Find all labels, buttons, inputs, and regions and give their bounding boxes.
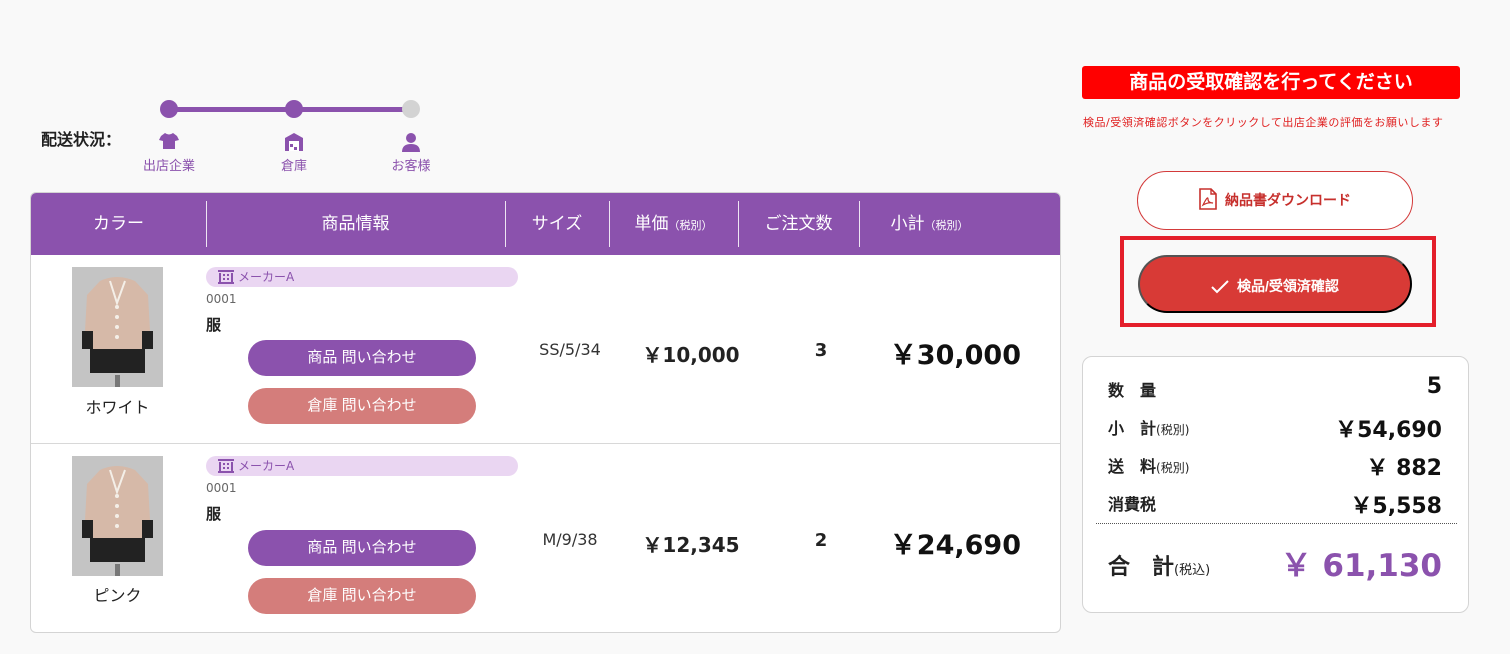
receipt-confirmation-banner: 商品の受取確認を行ってください (1082, 66, 1460, 99)
product-code: 0001 (206, 481, 237, 495)
header-size: サイズ (531, 214, 583, 234)
table-row: ピンク メーカーA 0001 服 商品 問い合わせ 倉庫 問い合わせ M/9/3… (31, 444, 1060, 632)
summary-subtotal-label: 小 計(税別) (1108, 415, 1189, 439)
step-dot-customer (402, 100, 420, 118)
header-product: 商品情報 (321, 214, 390, 234)
product-image (72, 267, 163, 387)
inspection-confirm-label: 検品/受領済確認 (1237, 278, 1339, 294)
product-inquiry-button[interactable]: 商品 問い合わせ (248, 530, 476, 566)
maker-tag: メーカーA (206, 456, 518, 476)
header-unit-price: 単価（税別） (609, 193, 738, 255)
maker-name: メーカーA (238, 270, 295, 284)
table-row: ホワイト メーカーA 0001 服 商品 問い合わせ 倉庫 問い合わせ SS/5… (31, 255, 1060, 444)
unit-price-value: ￥12,345 (642, 533, 740, 557)
step-label-warehouse: 倉庫 (280, 159, 307, 174)
summary-shipping-label-text: 送 料 (1108, 457, 1157, 476)
product-name: 服 (206, 505, 222, 523)
header-color: カラー (93, 214, 144, 234)
header-quantity: ご注文数 (764, 214, 833, 234)
summary-shipping-label: 送 料(税別) (1108, 453, 1189, 477)
summary-tax-value: ￥5,558 (1350, 494, 1442, 519)
step-customer: お客様 (366, 132, 456, 174)
invoice-download-button[interactable]: 納品書ダウンロード (1137, 171, 1413, 230)
building-icon (218, 270, 234, 284)
unit-price-value: ￥10,000 (642, 343, 740, 367)
invoice-download-label: 納品書ダウンロード (1225, 192, 1351, 208)
header-unit-price-label: 単価 (634, 214, 669, 234)
quantity-value: 2 (814, 530, 828, 551)
header-unit-price-note: （税別） (668, 219, 713, 232)
warehouse-icon (249, 132, 339, 152)
pdf-icon (1199, 188, 1217, 210)
step-seller: 出店企業 (124, 132, 214, 174)
step-label-seller: 出店企業 (142, 159, 195, 174)
warehouse-inquiry-button[interactable]: 倉庫 問い合わせ (248, 578, 476, 614)
summary-tax-label: 消費税 (1108, 495, 1157, 514)
subtotal-value: ￥24,690 (889, 530, 1021, 561)
product-image (72, 456, 163, 576)
summary-divider (1096, 523, 1457, 524)
step-label-customer: お客様 (391, 159, 431, 174)
quantity-value: 3 (814, 340, 828, 361)
summary-total-value: ￥ 61,130 (1280, 548, 1442, 584)
order-summary: 数 量 5 小 計(税別) ￥54,690 送 料(税別) ￥ 882 消費税 … (1082, 356, 1469, 613)
confirmation-note: 検品/受領済確認ボタンをクリックして出店企業の評価をお願いします (1083, 116, 1444, 129)
step-dot-seller (160, 100, 178, 118)
product-name: 服 (206, 316, 222, 334)
person-icon (366, 132, 456, 152)
summary-shipping-note: (税別) (1156, 461, 1190, 475)
header-subtotal-note: （税別） (924, 219, 969, 232)
summary-total-note: (税込) (1174, 563, 1211, 578)
summary-subtotal-value: ￥54,690 (1335, 418, 1442, 443)
step-warehouse: 倉庫 (249, 132, 339, 174)
maker-name: メーカーA (238, 459, 295, 473)
summary-total-label: 合 計(税込) (1108, 549, 1210, 581)
summary-shipping-value: ￥ 882 (1366, 456, 1442, 481)
product-inquiry-button[interactable]: 商品 問い合わせ (248, 340, 476, 376)
summary-subtotal-label-text: 小 計 (1108, 419, 1157, 438)
summary-quantity-label: 数 量 (1108, 381, 1157, 400)
product-code: 0001 (206, 292, 237, 306)
step-dot-warehouse (285, 100, 303, 118)
inspection-confirm-button[interactable]: 検品/受領済確認 (1138, 255, 1412, 313)
summary-total-label-text: 合 計 (1108, 555, 1175, 580)
header-subtotal: 小計（税別） (859, 193, 1000, 255)
header-subtotal-label: 小計 (890, 214, 925, 234)
summary-quantity-value: 5 (1426, 374, 1442, 399)
shirt-icon (124, 132, 214, 152)
warehouse-inquiry-button[interactable]: 倉庫 問い合わせ (248, 388, 476, 424)
summary-subtotal-note: (税別) (1156, 423, 1190, 437)
maker-tag: メーカーA (206, 267, 518, 287)
building-icon (218, 459, 234, 473)
subtotal-value: ￥30,000 (889, 340, 1021, 371)
order-items-table: カラー 商品情報 サイズ 単価（税別） ご注文数 小計（税別） ホワイト メーカ… (30, 192, 1061, 633)
shipping-status-label: 配送状況： (41, 130, 122, 149)
color-name: ピンク (93, 586, 142, 605)
check-icon (1211, 280, 1229, 294)
color-name: ホワイト (85, 398, 150, 417)
table-header: カラー 商品情報 サイズ 単価（税別） ご注文数 小計（税別） (31, 193, 1060, 255)
